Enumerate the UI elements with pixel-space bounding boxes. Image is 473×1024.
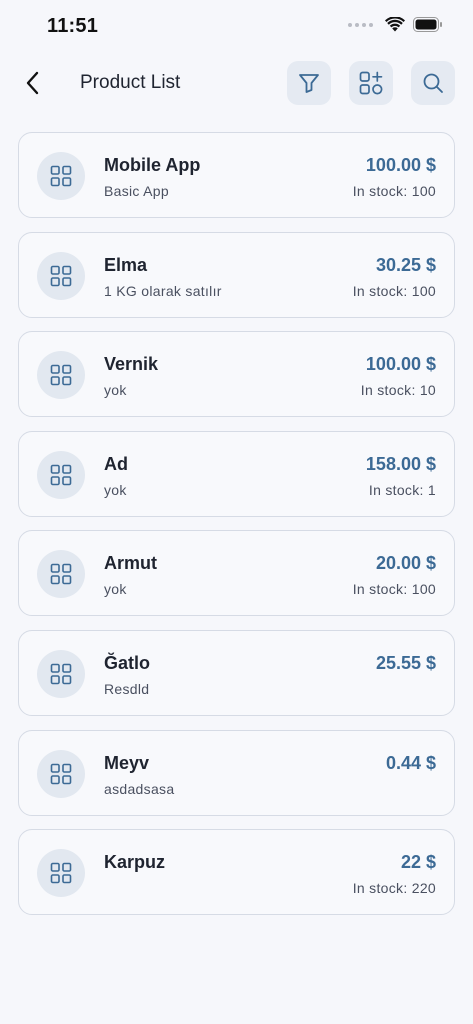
product-price: 0.44 $ <box>385 752 436 773</box>
product-list: Mobile App Basic App 100.00 $ In stock: … <box>18 132 455 929</box>
product-stock: In stock: 1 <box>368 481 436 498</box>
grid-icon <box>50 364 72 386</box>
product-name: Karpuz <box>104 852 166 873</box>
product-description: Basic App <box>104 183 169 199</box>
grid-icon <box>50 564 72 585</box>
grid-icon <box>50 165 72 187</box>
product-price: 30.25 $ <box>375 254 436 275</box>
product-card[interactable]: Karpuz 22 $ In stock: 220 <box>18 829 455 916</box>
product-name: Ad <box>104 453 128 474</box>
grid-icon <box>50 663 72 685</box>
search-icon <box>423 73 443 93</box>
product-description: yok <box>104 481 127 498</box>
product-price: 158.00 $ <box>365 453 436 474</box>
product-card[interactable]: Meyv asdadsasa 0.44 $ <box>18 729 455 816</box>
product-price: 22 $ <box>400 852 436 873</box>
add-category-icon <box>359 71 383 95</box>
status-time: 11:51 <box>47 15 99 37</box>
product-thumbnail <box>37 649 85 698</box>
product-name: Vernik <box>104 354 159 375</box>
grid-icon <box>50 265 72 286</box>
product-card[interactable]: Ad yok 158.00 $ In stock: 1 <box>18 430 455 517</box>
product-name: Mobile App <box>104 155 201 175</box>
product-description: asdadsasa <box>104 780 175 797</box>
chevron-left-icon <box>26 71 39 95</box>
product-thumbnail <box>37 849 85 898</box>
product-price: 100.00 $ <box>365 155 436 175</box>
product-price: 100.00 $ <box>365 354 436 375</box>
product-name: Ğatlo <box>104 652 151 673</box>
wifi-icon <box>385 17 405 32</box>
product-thumbnail <box>37 251 85 300</box>
product-description: yok <box>104 382 127 399</box>
page-title: Product List <box>80 72 181 93</box>
product-card[interactable]: Mobile App Basic App 100.00 $ In stock: … <box>18 132 455 218</box>
grid-icon <box>50 464 72 486</box>
cellular-signal-icon <box>348 22 373 27</box>
status-icons <box>348 17 443 32</box>
product-stock: In stock: 100 <box>352 282 436 299</box>
product-stock: In stock: 220 <box>352 880 436 897</box>
app-header: Product List <box>0 60 473 106</box>
product-price: 20.00 $ <box>375 553 436 574</box>
product-price: 25.55 $ <box>375 652 436 673</box>
product-thumbnail <box>37 152 85 200</box>
product-card[interactable]: Armut yok 20.00 $ In stock: 100 <box>18 530 455 617</box>
product-thumbnail <box>37 550 85 599</box>
filter-button[interactable] <box>287 61 331 105</box>
product-card[interactable]: Vernik yok 100.00 $ In stock: 10 <box>18 331 455 418</box>
grid-icon <box>50 862 72 884</box>
product-stock: In stock: 100 <box>352 581 436 598</box>
product-name: Meyv <box>104 752 150 773</box>
product-name: Elma <box>104 254 148 275</box>
filter-icon <box>299 74 319 93</box>
back-button[interactable] <box>18 66 48 100</box>
status-bar: 11:51 <box>0 0 473 52</box>
grid-icon <box>50 763 72 784</box>
product-stock: In stock: 10 <box>360 382 436 399</box>
product-description: 1 KG olarak satılır <box>104 282 222 299</box>
product-card[interactable]: Ğatlo Resdld 25.55 $ <box>18 629 455 716</box>
product-thumbnail <box>37 749 85 798</box>
product-thumbnail <box>37 450 85 499</box>
product-stock: In stock: 100 <box>352 183 436 199</box>
product-card[interactable]: Elma 1 KG olarak satılır 30.25 $ In stoc… <box>18 231 455 318</box>
product-description: Resdld <box>104 680 150 697</box>
product-thumbnail <box>37 351 85 400</box>
product-description: yok <box>104 581 127 598</box>
product-name: Armut <box>104 553 157 574</box>
search-button[interactable] <box>411 61 455 105</box>
add-product-button[interactable] <box>349 61 393 105</box>
battery-icon <box>413 17 442 32</box>
